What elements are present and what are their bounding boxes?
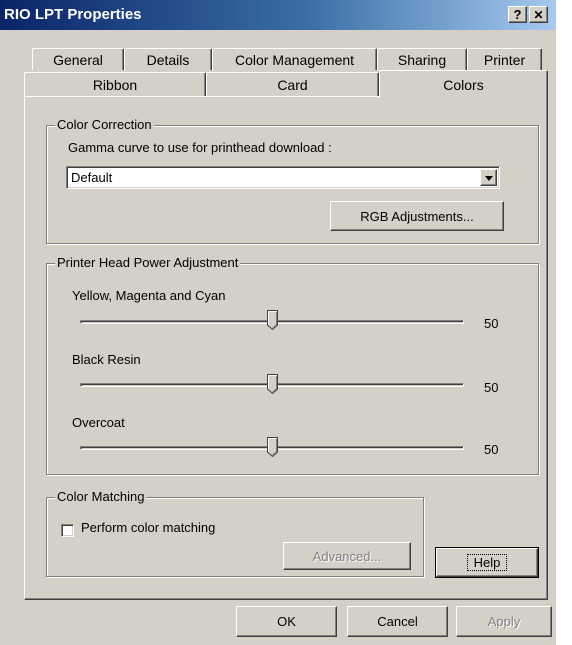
checkbox-label[interactable]: Perform color matching [81, 520, 215, 535]
tab-card[interactable]: Card [206, 72, 379, 97]
slider-label: Overcoat [72, 415, 125, 430]
advanced-button[interactable]: Advanced... [283, 542, 411, 570]
slider-value: 50 [484, 316, 499, 331]
title-bar[interactable]: RIO LPT Properties ? ✕ [0, 0, 556, 30]
perform-color-matching-checkbox[interactable] [61, 524, 74, 537]
tab-label: General [53, 51, 103, 68]
tab-label: Colors [443, 76, 484, 93]
button-label: Apply [487, 614, 521, 629]
rgb-adjustments-button[interactable]: RGB Adjustments... [330, 201, 504, 231]
chevron-down-icon[interactable] [480, 169, 497, 186]
tab-label: Card [277, 77, 308, 93]
button-label: RGB Adjustments... [360, 208, 474, 224]
gamma-selected-value: Default [71, 170, 113, 185]
close-button[interactable]: ✕ [529, 6, 548, 23]
ok-button[interactable]: OK [236, 606, 337, 637]
slider-value: 50 [484, 442, 499, 457]
tab-color-management[interactable]: Color Management [212, 48, 377, 70]
tab-label: Color Management [234, 51, 355, 68]
slider-thumb[interactable] [267, 310, 278, 330]
cancel-button[interactable]: Cancel [347, 606, 448, 637]
tab-label: Printer [483, 51, 526, 68]
apply-button[interactable]: Apply [456, 606, 552, 637]
close-icon: ✕ [533, 7, 544, 22]
tab-label: Details [146, 51, 190, 68]
button-label: Help [466, 554, 508, 571]
tab-sharing[interactable]: Sharing [377, 48, 467, 70]
button-label: Advanced... [312, 548, 382, 564]
tab-colors[interactable]: Colors [379, 70, 548, 98]
tab-label: Ribbon [92, 77, 138, 93]
slider-label: Yellow, Magenta and Cyan [72, 288, 226, 303]
properties-dialog: RIO LPT Properties ? ✕ General Details C… [0, 0, 556, 645]
slider-thumb[interactable] [267, 374, 278, 394]
tab-label: Sharing [397, 51, 447, 68]
slider-value: 50 [484, 380, 499, 395]
gamma-curve-select[interactable]: Default [66, 166, 500, 189]
help-title-button[interactable]: ? [508, 6, 527, 23]
window-title: RIO LPT Properties [4, 6, 142, 23]
tab-printer[interactable]: Printer [467, 48, 542, 70]
group-title: Color Matching [55, 489, 147, 505]
tab-details[interactable]: Details [124, 48, 212, 70]
button-label: Cancel [377, 614, 418, 629]
group-title: Color Correction [55, 117, 154, 133]
question-mark-icon: ? [513, 7, 522, 22]
button-label: OK [277, 614, 296, 629]
group-title: Printer Head Power Adjustment [55, 255, 241, 271]
tab-general[interactable]: General [32, 48, 124, 70]
tab-ribbon[interactable]: Ribbon [24, 72, 206, 97]
slider-label: Black Resin [72, 352, 141, 367]
slider-thumb[interactable] [267, 437, 278, 457]
help-button[interactable]: Help [435, 547, 539, 578]
gamma-label: Gamma curve to use for printhead downloa… [68, 140, 332, 155]
